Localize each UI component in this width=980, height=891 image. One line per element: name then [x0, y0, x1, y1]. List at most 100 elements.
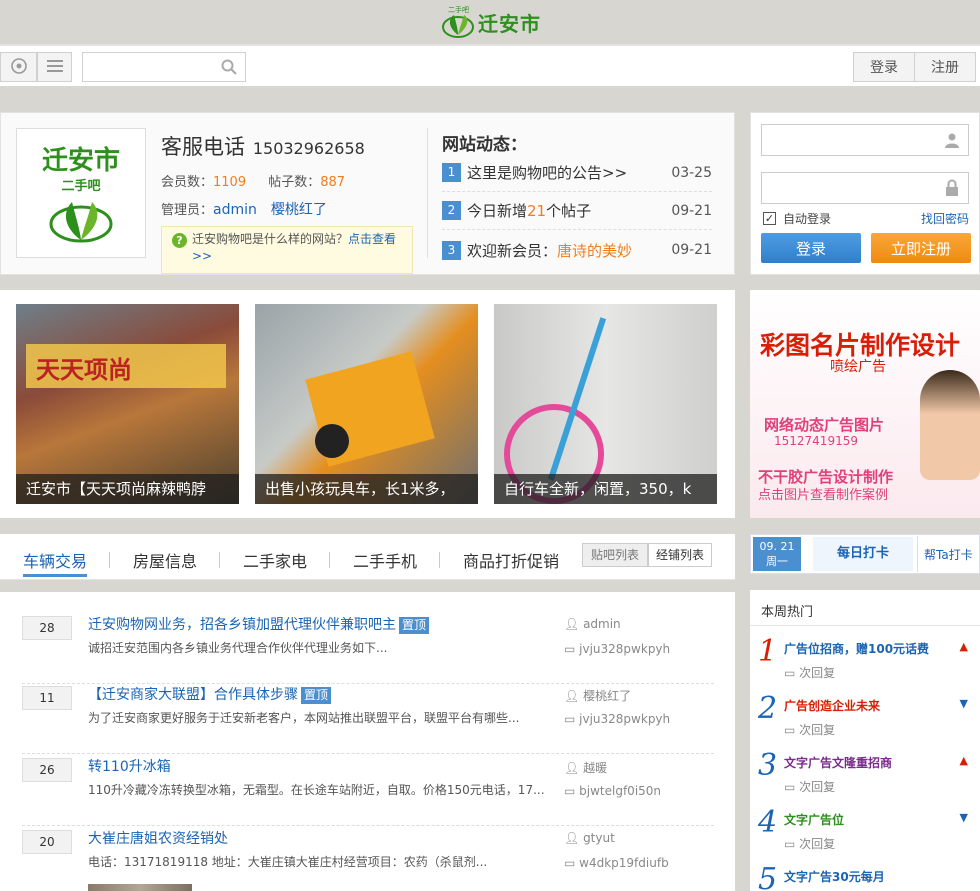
help-checkin-link[interactable]: 帮Ta打卡 — [924, 546, 973, 563]
date-badge: 09. 21 周一 — [753, 537, 801, 571]
hot-item-title[interactable]: 广告位招商，赠100元话费 — [784, 640, 929, 657]
photo-card[interactable]: 天天项尚 迁安市【天天项尚麻辣鸭脖 — [16, 304, 239, 504]
auto-login-checkbox[interactable]: ✓ — [763, 212, 776, 225]
list-item[interactable]: 5 文字广告30元每月 — [756, 862, 976, 891]
new-post-count: 21 — [527, 202, 547, 220]
last-replier[interactable]: w4dkp19fdiufb — [579, 856, 669, 870]
search-input[interactable] — [83, 53, 213, 81]
password-field[interactable] — [761, 172, 969, 204]
table-row[interactable]: 11 【迁安商家大联盟】合作具体步骤 置顶 为了迁安商家更好服务于迁安新老客户，本… — [22, 682, 714, 754]
circle-target-icon — [10, 57, 28, 78]
menu-button[interactable] — [37, 52, 72, 82]
thread-title[interactable]: 【迁安商家大联盟】合作具体步骤 — [88, 687, 298, 703]
news-number: 2 — [442, 201, 461, 220]
photo-card[interactable]: 自行车全新，闲置，350，k — [494, 304, 717, 504]
news-title: 网站动态： — [442, 135, 527, 155]
admin-link[interactable]: 樱桃红了 — [271, 202, 327, 218]
pinned-badge: 置顶 — [301, 687, 332, 704]
table-row[interactable]: 26 转110升冰箱 110升冷藏冷冻转换型冰箱，无霜型。在长途车站附近，自取。… — [22, 754, 714, 826]
news-item[interactable]: 1 这里是购物吧的公告>> 03-25 — [442, 154, 712, 192]
photo-caption: 自行车全新，闲置，350，k — [494, 474, 717, 504]
list-item[interactable]: 1 广告位招商，赠100元话费 ▲ ▭ 次回复 — [756, 634, 976, 690]
thread-author[interactable]: gtyut — [583, 831, 615, 845]
shop-list-toggle[interactable]: 经铺列表 — [648, 543, 712, 567]
table-row[interactable]: 28 迁安购物网业务，招各乡镇加盟代理伙伴兼职吧主 置顶 诚招迁安范围内各乡镇业务… — [22, 612, 714, 684]
reply-count-label: 次回复 — [799, 666, 836, 680]
list-item[interactable]: 2 广告创造企业未来 ▼ ▭ 次回复 — [756, 691, 976, 747]
lock-icon — [944, 179, 960, 200]
site-brand: 迁安市 — [478, 11, 541, 36]
login-link[interactable]: 登录 — [853, 52, 915, 82]
thread-title[interactable]: 大崔庄唐姐农资经销处 — [88, 831, 228, 847]
tab-phones[interactable]: 二手手机 — [353, 548, 417, 572]
hot-item-title[interactable]: 文字广告文隆重招商 — [784, 754, 892, 771]
tab-vehicles[interactable]: 车辆交易 — [23, 548, 87, 572]
comment-icon: ▭ — [564, 712, 580, 726]
user-icon: 👤︎ — [564, 761, 584, 775]
news-text: 个帖子 — [546, 202, 592, 220]
ad-text: 网络动态广告图片 — [764, 416, 885, 434]
thread-summary: 诚招迁安范围内各乡镇业务代理合作伙伴代理业务如下... — [88, 641, 388, 655]
thread-summary: 110升冷藏冷冻转换型冰箱，无霜型。在长途车站附近，自取。价格150元电话，17… — [88, 783, 545, 797]
posts-label: 帖子数： — [268, 175, 321, 190]
reply-count-label: 次回复 — [799, 780, 836, 794]
phone-label: 客服电话 — [161, 135, 245, 159]
hot-item-title[interactable]: 广告创造企业未来 — [784, 697, 880, 714]
thread-author[interactable]: admin — [583, 617, 621, 631]
thread-author[interactable]: 樱桃红了 — [583, 689, 631, 703]
thread-title[interactable]: 迁安购物网业务，招各乡镇加盟代理伙伴兼职吧主 — [88, 617, 396, 633]
last-replier[interactable]: bjwtelgf0i50n — [579, 784, 661, 798]
thread-thumbnail[interactable] — [88, 884, 192, 891]
register-link[interactable]: 注册 — [914, 52, 976, 82]
divider — [219, 552, 220, 568]
new-member-link[interactable]: 唐诗的美妙 — [557, 242, 632, 260]
tip-text: 迁安购物吧是什么样的网站？ — [192, 232, 349, 246]
username-field[interactable] — [761, 124, 969, 156]
logo-tagline: 二手吧 — [448, 6, 469, 14]
news-item[interactable]: 3 欢迎新会员：唐诗的美妙 09-21 — [442, 231, 712, 269]
thread-author[interactable]: 越暖 — [583, 761, 607, 775]
hot-item-title[interactable]: 文字广告30元每月 — [784, 868, 885, 885]
arrow-up-icon: ▲ — [959, 754, 968, 767]
photo-caption: 出售小孩玩具车，长1米多， — [255, 474, 478, 504]
reply-count: 28 — [22, 616, 72, 640]
hot-title: 本周热门 — [750, 590, 980, 626]
tab-appliances[interactable]: 二手家电 — [243, 548, 307, 572]
thread-summary: 电话：13171819118 地址：大崔庄镇大崔庄村经营项目：农药（杀鼠剂... — [88, 855, 488, 869]
news-item[interactable]: 2 今日新增21个帖子 09-21 — [442, 192, 712, 230]
rank-number: 2 — [758, 691, 778, 726]
search-icon[interactable] — [221, 59, 237, 78]
register-button[interactable]: 立即注册 — [871, 233, 971, 263]
table-row[interactable]: 20 大崔庄唐姐农资经销处 电话：13171819118 地址：大崔庄镇大崔庄村… — [22, 826, 714, 891]
post-list-toggle[interactable]: 贴吧列表 — [582, 543, 648, 567]
news-text[interactable]: 这里是购物吧的公告>> — [467, 162, 671, 183]
tab-housing[interactable]: 房屋信息 — [133, 548, 197, 572]
question-icon: ? — [172, 233, 187, 248]
weekday-text: 周一 — [766, 555, 788, 568]
comment-icon: ▭ — [564, 642, 580, 656]
divider — [109, 552, 110, 568]
ad-text: 点击图片查看制作案例 — [758, 488, 889, 503]
list-item[interactable]: 3 文字广告文隆重招商 ▲ ▭ 次回复 — [756, 748, 976, 804]
last-replier[interactable]: jvju328pwkpyh — [579, 642, 670, 656]
tab-discounts[interactable]: 商品打折促销 — [463, 548, 559, 572]
admin-link[interactable]: admin — [213, 202, 257, 218]
home-button[interactable] — [0, 52, 37, 82]
photo-card[interactable]: 出售小孩玩具车，长1米多， — [255, 304, 478, 504]
rank-number: 5 — [758, 862, 778, 891]
list-item[interactable]: 4 文字广告位 ▼ ▭ 次回复 — [756, 805, 976, 861]
daily-checkin-button[interactable]: 每日打卡 — [813, 537, 913, 571]
rank-number: 3 — [758, 748, 778, 783]
rank-number: 1 — [758, 634, 778, 669]
login-button[interactable]: 登录 — [761, 233, 861, 263]
divider — [329, 552, 330, 568]
last-replier[interactable]: jvju328pwkpyh — [579, 712, 670, 726]
thread-title[interactable]: 转110升冰箱 — [88, 759, 171, 775]
search-box[interactable] — [82, 52, 246, 82]
shop-logo[interactable]: 迁安市 二手吧 — [16, 128, 146, 258]
news-date: 09-21 — [671, 242, 712, 258]
hot-item-title[interactable]: 文字广告位 — [784, 811, 844, 828]
ad-banner[interactable]: 彩图名片制作设计 喷绘广告 网络动态广告图片 15127419159 不干胶广告… — [750, 290, 980, 518]
site-logo[interactable]: 二手吧 迁安市 — [440, 4, 560, 40]
find-password-link[interactable]: 找回密码 — [921, 210, 969, 227]
